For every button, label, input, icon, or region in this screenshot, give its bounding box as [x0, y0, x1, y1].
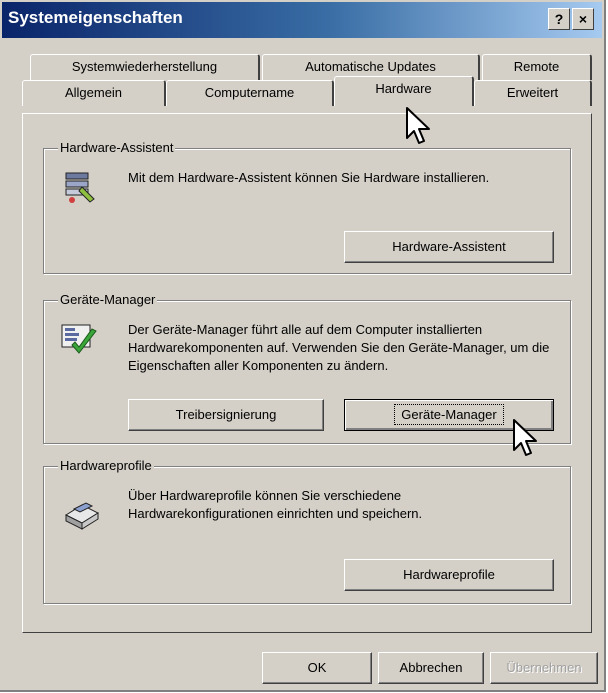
title-bar[interactable]: Systemeigenschaften ? ×	[2, 2, 602, 38]
cancel-button[interactable]: Abbrechen	[378, 652, 484, 684]
device-manager-description: Der Geräte-Manager führt alle auf dem Co…	[128, 322, 550, 373]
tab-allgemein[interactable]: Allgemein	[22, 80, 166, 106]
apply-button[interactable]: Übernehmen	[490, 652, 598, 684]
tab-remote[interactable]: Remote	[482, 54, 592, 80]
hardware-tab-panel: Hardware-Assistent Mit dem Hardware-Assi…	[22, 113, 592, 633]
hardware-assistant-button-label: Hardware-Assistent	[392, 239, 506, 254]
hardware-profiles-group: Hardwareprofile Über Hardwareprofile kön…	[43, 458, 571, 604]
mouse-cursor-icon	[513, 419, 537, 456]
hardware-assistant-button[interactable]: Hardware-Assistent	[344, 231, 554, 263]
help-button[interactable]: ?	[548, 8, 570, 30]
hardware-profiles-button[interactable]: Hardwareprofile	[344, 559, 554, 591]
hardware-assistant-icon	[62, 169, 98, 208]
hardware-profile-icon	[62, 495, 102, 534]
window-title: Systemeigenschaften	[8, 8, 183, 27]
group-label: Hardwareprofile	[58, 458, 154, 473]
device-manager-button-label: Geräte-Manager	[394, 404, 504, 425]
tab-erweitert[interactable]: Erweitert	[474, 80, 592, 106]
tab-computername[interactable]: Computername	[166, 80, 334, 106]
device-manager-group: Geräte-Manager Der Geräte-Manager führt …	[43, 292, 571, 444]
close-button[interactable]: ×	[572, 8, 594, 30]
group-label: Geräte-Manager	[58, 292, 158, 307]
ok-button-label: OK	[307, 660, 327, 675]
apply-button-label: Übernehmen	[506, 660, 582, 675]
device-manager-icon	[60, 321, 100, 364]
hardware-profiles-button-label: Hardwareprofile	[403, 567, 495, 582]
hardware-assistant-group: Hardware-Assistent Mit dem Hardware-Assi…	[43, 140, 571, 274]
hardware-profiles-description: Über Hardwareprofile können Sie verschie…	[128, 488, 423, 521]
system-properties-dialog: Systemeigenschaften ? × Systemwiederhers…	[0, 0, 606, 692]
tab-systemwiederherstellung[interactable]: Systemwiederherstellung	[30, 54, 260, 80]
hardware-assistant-description: Mit dem Hardware-Assistent können Sie Ha…	[128, 170, 490, 185]
ok-button[interactable]: OK	[262, 652, 372, 684]
mouse-cursor-icon	[406, 107, 430, 144]
cancel-button-label: Abbrechen	[399, 660, 463, 675]
driver-signing-button-label: Treibersignierung	[175, 407, 277, 422]
tab-hardware[interactable]: Hardware	[334, 76, 474, 106]
group-label: Hardware-Assistent	[58, 140, 176, 155]
driver-signing-button[interactable]: Treibersignierung	[128, 399, 324, 431]
